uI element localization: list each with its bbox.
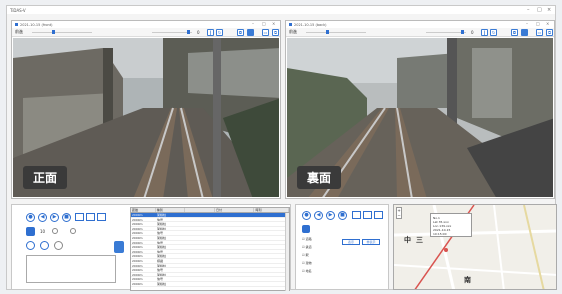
map-view[interactable]: No.1 Lat 35.xxx Lon 139.xxx 2021-10-15 1… bbox=[393, 204, 557, 290]
option-a-button[interactable] bbox=[26, 241, 35, 250]
pane-icon bbox=[289, 23, 292, 26]
forward-button[interactable]: ▶ bbox=[50, 213, 59, 222]
calendar-button[interactable] bbox=[86, 213, 95, 221]
back-toolbar: 前進 0 ‖ ↻ ◘ ▭ ⧉ bbox=[286, 28, 554, 37]
title-bar: TiDAS-V – □ × bbox=[7, 6, 555, 14]
layer-panel: ● ◀ ▶ ■ 表示 非表示 ☑ 道路 ☑ 鉄道 ☑ 駅 ☑ 建物 ☑ 地名 bbox=[295, 204, 389, 290]
rewind-button[interactable]: ◀ bbox=[314, 211, 323, 220]
pane-icon bbox=[15, 23, 18, 26]
multiwindow-button[interactable]: ⧉ bbox=[546, 29, 553, 36]
close-icon[interactable]: × bbox=[546, 21, 549, 26]
toolbar-label: 前進 bbox=[15, 29, 23, 34]
layer-item[interactable]: ☑ 建物 bbox=[302, 259, 312, 267]
option-b-button[interactable] bbox=[40, 241, 49, 250]
table-scrollbar[interactable] bbox=[285, 213, 289, 291]
camera-button[interactable]: ◘ bbox=[237, 29, 244, 36]
play-button[interactable]: ● bbox=[26, 213, 35, 222]
edit-icon[interactable] bbox=[302, 225, 310, 233]
sync-button[interactable]: ↻ bbox=[490, 29, 497, 36]
minimize-icon[interactable]: – bbox=[526, 21, 528, 26]
front-pane-titlebar: 2021-10-15 (front) – □ × bbox=[12, 21, 280, 28]
speed-slider[interactable] bbox=[426, 32, 466, 33]
minimize-icon[interactable]: – bbox=[252, 21, 254, 26]
app-window: TiDAS-V – □ × 2021-10-15 (front) – □ × 前… bbox=[6, 5, 557, 291]
pause-button[interactable]: ‖ bbox=[207, 29, 214, 36]
edit-icon[interactable] bbox=[26, 227, 35, 236]
pause-button[interactable]: ‖ bbox=[481, 29, 488, 36]
front-label: 正面 bbox=[23, 166, 68, 189]
map-label: 南 bbox=[464, 276, 471, 284]
table-row[interactable]: 2000m 架線柱 bbox=[131, 282, 289, 287]
folder-button[interactable] bbox=[247, 29, 254, 36]
hide-button[interactable]: 非表示 bbox=[362, 239, 380, 245]
column-header: 種別 bbox=[156, 208, 186, 212]
back-pane-title: 2021-10-15 (back) bbox=[294, 22, 327, 27]
column-header bbox=[185, 208, 215, 212]
rewind-button[interactable]: ◀ bbox=[38, 213, 47, 222]
layer-item[interactable]: ☑ 地名 bbox=[302, 267, 312, 275]
back-pane-titlebar: 2021-10-15 (back) – □ × bbox=[286, 21, 554, 28]
close-icon[interactable]: × bbox=[547, 7, 551, 13]
speed-value: 0 bbox=[197, 30, 200, 35]
location-popup: No.1 Lat 35.xxx Lon 139.xxx 2021-10-15 1… bbox=[430, 213, 472, 237]
data-table: 距離 種別 日付 時刻 2000m 架線柱 2000m 信号 2000m 架線柱 20… bbox=[130, 207, 290, 291]
calendar-button[interactable] bbox=[363, 211, 372, 219]
window-button[interactable]: ▭ bbox=[262, 29, 269, 36]
note-textarea[interactable] bbox=[26, 255, 116, 283]
speed-knob[interactable] bbox=[461, 30, 464, 34]
camera-button[interactable] bbox=[75, 213, 84, 221]
speed-knob[interactable] bbox=[187, 30, 190, 34]
camera-button[interactable] bbox=[352, 211, 361, 219]
toolbar-label: 前進 bbox=[289, 29, 297, 34]
back-label: 裏面 bbox=[297, 166, 342, 189]
position-slider[interactable] bbox=[306, 32, 366, 33]
zoom-control[interactable]: + − bbox=[396, 207, 402, 219]
back-video-pane: 2021-10-15 (back) – □ × 前進 0 ‖ ↻ ◘ ▭ ⧉ 裏… bbox=[285, 20, 555, 199]
count-value: 10 bbox=[40, 229, 46, 234]
street-map bbox=[394, 205, 556, 289]
layer-item[interactable]: ☑ 鉄道 bbox=[302, 243, 312, 251]
multiwindow-button[interactable]: ⧉ bbox=[272, 29, 279, 36]
playback-control-panel: ● ◀ ▶ ■ 10 距離 種別 日付 時刻 2000m 架線柱 2000m 信号 … bbox=[11, 204, 291, 291]
close-icon[interactable]: × bbox=[272, 21, 275, 26]
maximize-icon[interactable]: □ bbox=[537, 7, 542, 13]
front-toolbar: 前進 0 ‖ ↻ ◘ ▭ ⧉ bbox=[12, 28, 280, 37]
folder-button[interactable] bbox=[521, 29, 528, 36]
window-button[interactable]: ▭ bbox=[536, 29, 543, 36]
brush-icon[interactable] bbox=[114, 241, 124, 253]
window-button[interactable] bbox=[374, 211, 383, 219]
stop-button[interactable]: ■ bbox=[62, 213, 71, 222]
layer-item[interactable]: ☑ 駅 bbox=[302, 251, 312, 259]
radio-option-1[interactable] bbox=[52, 228, 58, 234]
layer-list: ☑ 道路 ☑ 鉄道 ☑ 駅 ☑ 建物 ☑ 地名 bbox=[302, 235, 312, 275]
front-pane-title: 2021-10-15 (front) bbox=[20, 22, 53, 27]
map-label: 三 bbox=[416, 236, 423, 244]
position-slider[interactable] bbox=[32, 32, 92, 33]
app-title: TiDAS-V bbox=[10, 7, 26, 13]
stop-button[interactable]: ■ bbox=[338, 211, 347, 220]
sync-button[interactable]: ↻ bbox=[216, 29, 223, 36]
minimize-icon[interactable]: – bbox=[527, 7, 530, 13]
front-video-frame[interactable]: 正面 bbox=[13, 38, 279, 197]
play-button[interactable]: ● bbox=[302, 211, 311, 220]
slider-knob[interactable] bbox=[326, 30, 329, 34]
front-video-pane: 2021-10-15 (front) – □ × 前進 0 ‖ ↻ ◘ ▭ ⧉ bbox=[11, 20, 281, 199]
speed-slider[interactable] bbox=[152, 32, 192, 33]
slider-knob[interactable] bbox=[52, 30, 55, 34]
forward-button[interactable]: ▶ bbox=[326, 211, 335, 220]
window-button[interactable] bbox=[97, 213, 106, 221]
back-video-frame[interactable]: 裏面 bbox=[287, 38, 553, 197]
layer-item[interactable]: ☑ 道路 bbox=[302, 235, 312, 243]
column-header: 日付 bbox=[215, 208, 255, 212]
maximize-icon[interactable]: □ bbox=[262, 21, 266, 26]
speed-value: 0 bbox=[471, 30, 474, 35]
camera-button[interactable]: ◘ bbox=[511, 29, 518, 36]
column-header: 時刻 bbox=[254, 208, 289, 212]
cancel-button[interactable] bbox=[54, 241, 63, 250]
column-header: 距離 bbox=[131, 208, 156, 212]
show-button[interactable]: 表示 bbox=[342, 239, 360, 245]
maximize-icon[interactable]: □ bbox=[536, 21, 540, 26]
radio-option-2[interactable] bbox=[70, 228, 76, 234]
map-label: 中 bbox=[404, 236, 411, 244]
